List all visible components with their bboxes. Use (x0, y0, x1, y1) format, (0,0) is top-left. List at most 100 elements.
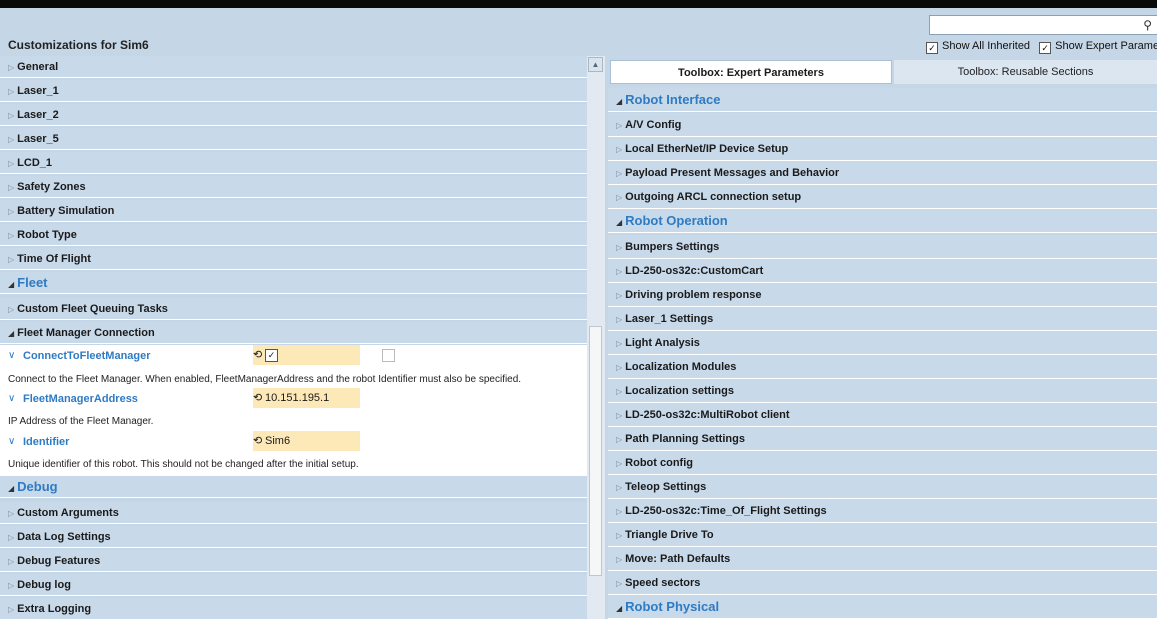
expand-icon: ▷ (616, 531, 623, 540)
tree-item[interactable]: ▷ Laser_1 (0, 80, 587, 102)
expand-icon: ▷ (616, 435, 623, 444)
vertical-scrollbar[interactable]: ▲ (587, 56, 605, 619)
toolbox-item[interactable]: ▷ Triangle Drive To (608, 523, 1157, 547)
expand-icon: ▷ (616, 507, 623, 516)
toolbox-item[interactable]: ▷ LD-250-os32c:CustomCart (608, 259, 1157, 283)
chevron-down-icon[interactable]: ∨ (8, 393, 15, 404)
chevron-down-icon[interactable]: ∨ (8, 350, 15, 361)
expand-icon: ▷ (8, 231, 15, 240)
toolbox-panel: Toolbox: Expert Parameters Toolbox: Reus… (608, 58, 1157, 619)
section-robot-physical[interactable]: ◢ Robot Physical (608, 595, 1157, 619)
show-all-inherited-label: Show All Inherited (942, 40, 1031, 52)
search-input[interactable]: ⚲ (929, 15, 1157, 35)
toolbox-item[interactable]: ▷ Laser_1 Settings (608, 307, 1157, 331)
section-debug[interactable]: ◢ Debug (0, 476, 587, 498)
section-robot-operation[interactable]: ◢ Robot Operation (608, 209, 1157, 233)
show-all-inherited-checkbox[interactable]: ✓ (926, 42, 938, 54)
expand-icon: ▷ (616, 145, 623, 154)
expand-icon: ▷ (8, 605, 15, 614)
toolbox-item[interactable]: ▷ Local EtherNet/IP Device Setup (608, 137, 1157, 161)
expand-icon: ▷ (8, 111, 15, 120)
toolbox-item[interactable]: ▷ Payload Present Messages and Behavior (608, 161, 1157, 185)
expand-icon: ▷ (8, 533, 15, 542)
expand-icon: ▷ (8, 159, 15, 168)
toolbox-item[interactable]: ▷ Driving problem response (608, 283, 1157, 307)
toolbox-item[interactable]: ▷ Bumpers Settings (608, 235, 1157, 259)
section-fleet[interactable]: ◢ Fleet (0, 272, 587, 294)
param-value-identifier[interactable]: ⟲ Sim6 (253, 431, 360, 451)
expand-icon: ▷ (616, 579, 623, 588)
expand-icon: ▷ (616, 339, 623, 348)
param-list: ∨ ConnectToFleetManager ⟲ ✓ Connect to t… (0, 345, 587, 483)
tree-item[interactable]: ▷ Laser_5 (0, 128, 587, 150)
search-icon[interactable]: ⚲ (1143, 18, 1152, 32)
tree-item[interactable]: ▷ Custom Fleet Queuing Tasks (0, 298, 587, 320)
tree-item[interactable]: ▷ Time Of Flight (0, 248, 587, 270)
param-name: Identifier (23, 436, 70, 448)
toolbox-item[interactable]: ▷ LD-250-os32c:Time_Of_Flight Settings (608, 499, 1157, 523)
scroll-up-button[interactable]: ▲ (588, 57, 603, 72)
expand-icon: ▷ (8, 255, 15, 264)
expand-icon: ▷ (8, 135, 15, 144)
tree-item[interactable]: ▷ Debug Features (0, 550, 587, 572)
toolbox-item[interactable]: ▷ LD-250-os32c:MultiRobot client (608, 403, 1157, 427)
tree-item[interactable]: ▷ Debug log (0, 574, 587, 596)
toolbox-item[interactable]: ▷ A/V Config (608, 113, 1157, 137)
expand-icon: ▷ (616, 291, 623, 300)
expand-icon: ▷ (8, 581, 15, 590)
expand-icon: ▷ (616, 169, 623, 178)
tree-item[interactable]: ▷ General (0, 56, 587, 78)
show-expert-label: Show Expert Paramet (1055, 40, 1157, 52)
tree-item[interactable]: ▷ LCD_1 (0, 152, 587, 174)
tree-item[interactable]: ▷ Data Log Settings (0, 526, 587, 548)
tree-item[interactable]: ▷ Battery Simulation (0, 200, 587, 222)
param-value-address[interactable]: ⟲ 10.151.195.1 (253, 388, 360, 408)
param-value-text: 10.151.195.1 (265, 392, 330, 404)
scroll-thumb[interactable] (589, 326, 602, 576)
toolbox-item[interactable]: ▷ Teleop Settings (608, 475, 1157, 499)
expand-icon: ▷ (8, 509, 15, 518)
toolbox-item[interactable]: ▷ Outgoing ARCL connection setup (608, 185, 1157, 209)
toolbox-item[interactable]: ▷ Localization settings (608, 379, 1157, 403)
collapse-icon: ◢ (8, 280, 15, 289)
expand-icon: ▷ (616, 315, 623, 324)
toolbox-item[interactable]: ▷ Localization Modules (608, 355, 1157, 379)
tree-item[interactable]: ▷ Safety Zones (0, 176, 587, 198)
collapse-icon: ◢ (616, 218, 623, 227)
tree-item[interactable]: ▷ Extra Logging (0, 598, 587, 619)
expand-icon: ▷ (8, 557, 15, 566)
page-title: Customizations for Sim6 (8, 38, 149, 52)
expand-icon: ▷ (616, 411, 623, 420)
expand-icon: ▷ (616, 555, 623, 564)
reset-icon[interactable]: ⟲ (253, 348, 262, 361)
expand-icon: ▷ (616, 267, 623, 276)
param-value-text: Sim6 (265, 435, 291, 447)
section-robot-interface[interactable]: ◢ Robot Interface (608, 88, 1157, 112)
param-value-connect[interactable]: ⟲ ✓ (253, 345, 360, 365)
param-description: Unique identifier of this robot. This sh… (8, 459, 359, 470)
tree-item[interactable]: ▷ Laser_2 (0, 104, 587, 126)
toolbox-item[interactable]: ▷ Speed sectors (608, 571, 1157, 595)
toolbox-item[interactable]: ▷ Path Planning Settings (608, 427, 1157, 451)
toolbox-item[interactable]: ▷ Light Analysis (608, 331, 1157, 355)
param-description: IP Address of the Fleet Manager. (8, 416, 154, 427)
show-expert-checkbox[interactable]: ✓ (1039, 42, 1052, 54)
tab-reusable-sections[interactable]: Toolbox: Reusable Sections (894, 60, 1157, 84)
window-top-border (0, 0, 1157, 8)
param-description: Connect to the Fleet Manager. When enabl… (8, 374, 522, 385)
group-fleet-manager-connection[interactable]: ◢ Fleet Manager Connection (0, 322, 587, 344)
tree-item[interactable]: ▷ Custom Arguments (0, 502, 587, 524)
view-options: ✓ Show All Inherited ✓ Show Expert Paramet (926, 40, 1157, 54)
collapse-icon: ◢ (616, 97, 623, 106)
tab-expert-parameters[interactable]: Toolbox: Expert Parameters (610, 60, 892, 84)
expand-icon: ▷ (616, 459, 623, 468)
chevron-down-icon[interactable]: ∨ (8, 436, 15, 447)
reset-icon[interactable]: ⟲ (253, 391, 262, 404)
toolbox-item[interactable]: ▷ Robot config (608, 451, 1157, 475)
connect-checkbox[interactable]: ✓ (265, 349, 278, 362)
tree-item[interactable]: ▷ Robot Type (0, 224, 587, 246)
toolbox-item[interactable]: ▷ Move: Path Defaults (608, 547, 1157, 571)
expand-icon: ▷ (616, 121, 623, 130)
reset-icon[interactable]: ⟲ (253, 434, 262, 447)
expand-icon: ▷ (616, 363, 623, 372)
